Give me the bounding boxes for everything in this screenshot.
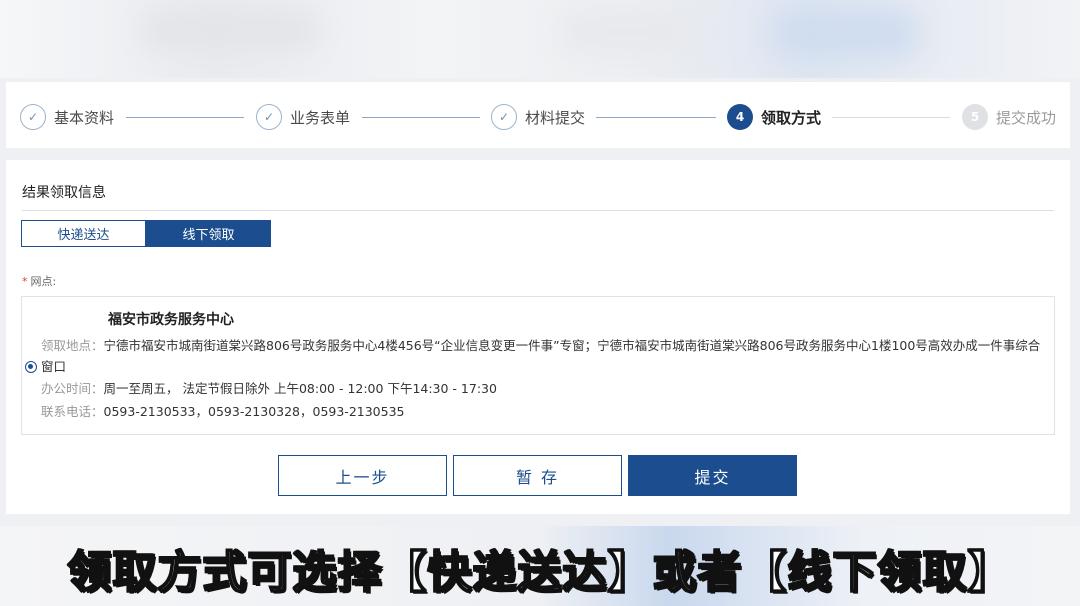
step-label: 提交成功 <box>996 108 1057 127</box>
address-value: 宁德市福安市城南街道棠兴路806号政务服务中心4楼456号“企业信息变更一件事”… <box>41 338 1041 374</box>
step-label: 业务表单 <box>290 108 351 127</box>
pickup-info-panel: 结果领取信息 快递送达 线下领取 * 网点: 福安市政务服务中心 领取地点：宁德市… <box>6 160 1070 514</box>
step-number-4: 4 <box>727 104 753 130</box>
submit-button[interactable]: 提交 <box>628 455 797 496</box>
hours-key: 办公时间： <box>41 381 104 396</box>
blurred-header-background <box>0 0 1080 78</box>
office-hours: 办公时间：周一至周五， 法定节假日除外 上午08:00 - 12:00 下午14… <box>41 378 497 399</box>
video-caption: 领取方式可选择【快递送达】或者【线下领取】 <box>67 546 1013 599</box>
pickup-address: 领取地点：宁德市福安市城南街道棠兴路806号政务服务中心4楼456号“企业信息变… <box>41 335 1046 377</box>
contact-phone: 联系电话：0593-2130533，0593-2130328，0593-2130… <box>41 401 405 422</box>
phone-key: 联系电话： <box>41 404 104 419</box>
step-connector <box>126 117 244 118</box>
step-pickup-method: 4 领取方式 <box>727 104 821 130</box>
required-mark: * <box>22 275 28 288</box>
outlet-radio-button[interactable] <box>25 361 37 373</box>
step-business-form: ✓ 业务表单 <box>256 104 350 130</box>
step-materials: ✓ 材料提交 <box>491 104 585 130</box>
hours-value: 周一至周五， 法定节假日除外 上午08:00 - 12:00 下午14:30 -… <box>103 381 497 396</box>
outlet-option[interactable]: 福安市政务服务中心 领取地点：宁德市福安市城南街道棠兴路806号政务服务中心4楼… <box>21 296 1055 435</box>
tab-offline-pickup[interactable]: 线下领取 <box>146 220 271 247</box>
step-number-5: 5 <box>962 104 988 130</box>
step-connector <box>362 117 480 118</box>
address-key: 领取地点： <box>41 338 104 353</box>
pickup-method-tabs: 快递送达 线下领取 <box>21 220 271 247</box>
outlet-name: 福安市政务服务中心 <box>108 312 234 328</box>
tab-express-delivery[interactable]: 快递送达 <box>21 220 146 247</box>
step-submit-success: 5 提交成功 <box>962 104 1056 130</box>
outlet-label-text: 网点: <box>30 275 57 288</box>
step-connector <box>832 117 950 118</box>
step-label: 材料提交 <box>525 108 586 127</box>
check-icon: ✓ <box>20 104 46 130</box>
section-title: 结果领取信息 <box>22 185 106 201</box>
outlet-field-label: * 网点: <box>22 273 56 289</box>
step-connector <box>596 117 716 118</box>
step-basic-info: ✓ 基本资料 <box>20 104 114 130</box>
step-label: 领取方式 <box>761 108 822 127</box>
phone-value: 0593-2130533，0593-2130328，0593-2130535 <box>103 404 405 419</box>
prev-step-button[interactable]: 上一步 <box>278 455 447 496</box>
check-icon: ✓ <box>256 104 282 130</box>
save-draft-button[interactable]: 暂 存 <box>453 455 622 496</box>
divider <box>22 210 1054 211</box>
check-icon: ✓ <box>491 104 517 130</box>
progress-steps: ✓ 基本资料 ✓ 业务表单 ✓ 材料提交 4 领取方式 5 提交成功 <box>6 82 1070 148</box>
step-label: 基本资料 <box>54 108 115 127</box>
